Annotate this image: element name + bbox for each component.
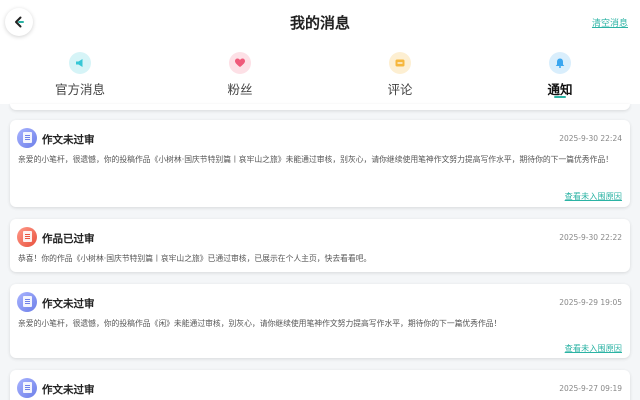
- message-body: 亲爱的小笔杆，很遗憾，你的投稿作品《小树林·国庆节特别篇丨哀牢山之旅》未能通过审…: [18, 155, 614, 164]
- tab-fans-label: 粉丝: [227, 82, 253, 97]
- message-card[interactable]: 作品已过审 2025-9-30 22:22 恭喜！你的作品《小树林·国庆节特别篇…: [10, 219, 630, 272]
- document-icon: [17, 292, 37, 312]
- message-title: 作文未过审: [42, 384, 95, 396]
- message-card[interactable]: 作文未过审 2025-9-29 19:05 亲爱的小笔杆，很遗憾，你的投稿作品《…: [10, 284, 630, 358]
- bell-icon: [549, 52, 571, 74]
- message-title: 作品已过审: [42, 233, 95, 245]
- clear-messages-link[interactable]: 清空消息: [592, 16, 628, 29]
- tab-official[interactable]: 官方消息: [20, 50, 140, 104]
- message-title: 作文未过审: [42, 134, 95, 146]
- document-icon: [17, 227, 37, 247]
- previous-card-edge: [10, 104, 630, 110]
- megaphone-icon: [69, 52, 91, 74]
- active-tab-indicator: [554, 96, 566, 98]
- header: 我的消息 清空消息: [0, 0, 640, 44]
- message-time: 2025-9-29 19:05: [559, 298, 622, 307]
- tab-bar: 官方消息 粉丝 评论 通知: [0, 44, 640, 104]
- comment-icon: [389, 52, 411, 74]
- tab-notice[interactable]: 通知: [500, 50, 620, 104]
- tab-official-label: 官方消息: [54, 82, 105, 97]
- message-body: 亲爱的小笔杆，很遗憾，你的投稿作品《闲》未能通过审核，别灰心，请你继续使用笔神作…: [18, 319, 502, 328]
- message-card[interactable]: 作文未过审 2025-9-27 09:19: [10, 370, 630, 400]
- message-card[interactable]: 作文未过审 2025-9-30 22:24 亲爱的小笔杆，很遗憾，你的投稿作品《…: [10, 120, 630, 207]
- message-title: 作文未过审: [42, 298, 95, 310]
- view-reason-link[interactable]: 查看未入围原因: [565, 190, 622, 202]
- message-time: 2025-9-30 22:22: [559, 233, 622, 242]
- document-icon: [17, 128, 37, 148]
- document-icon: [17, 378, 37, 398]
- message-time: 2025-9-30 22:24: [559, 134, 622, 143]
- page-title: 我的消息: [289, 14, 350, 32]
- tab-comments[interactable]: 评论: [340, 50, 460, 104]
- tab-comments-label: 评论: [387, 82, 413, 97]
- message-time: 2025-9-27 09:19: [559, 384, 622, 393]
- view-reason-link[interactable]: 查看未入围原因: [565, 342, 622, 354]
- heart-icon: [229, 52, 251, 74]
- message-body: 恭喜！你的作品《小树林·国庆节特别篇丨哀牢山之旅》已通过审核，已展示在个人主页，…: [18, 254, 372, 263]
- tab-fans[interactable]: 粉丝: [180, 50, 300, 104]
